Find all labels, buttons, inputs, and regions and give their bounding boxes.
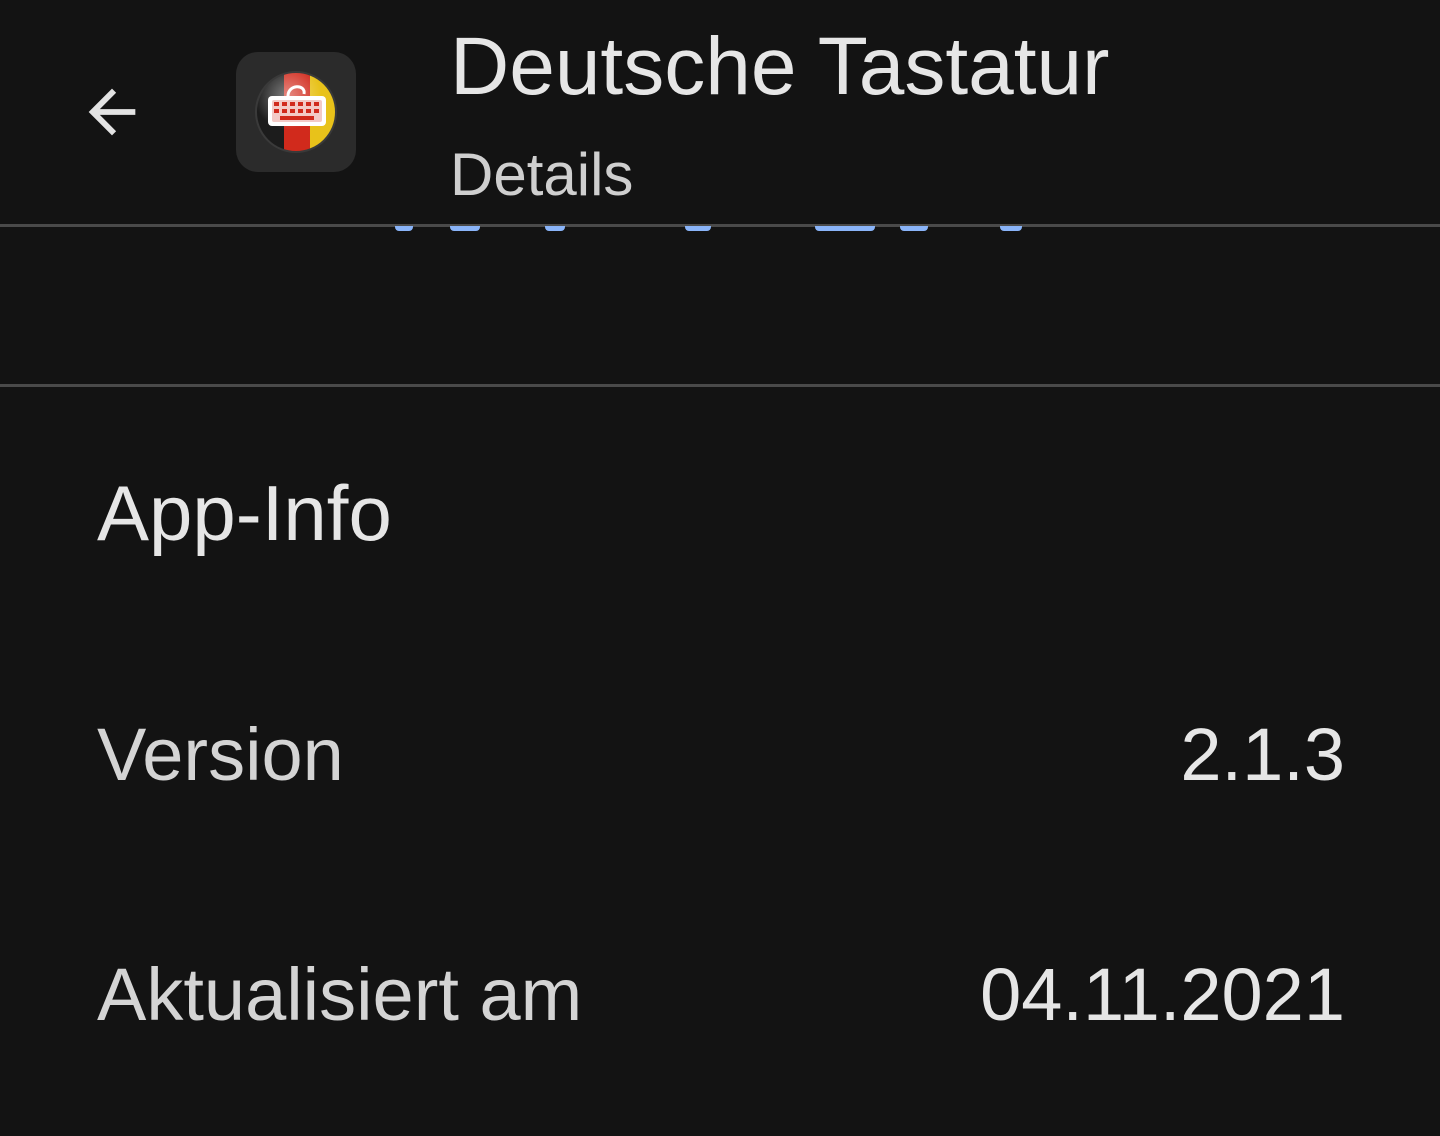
version-label: Version: [97, 713, 344, 796]
back-button[interactable]: [62, 62, 162, 162]
version-row: Version 2.1.3: [97, 710, 1345, 800]
app-info-heading: App-Info: [97, 469, 392, 557]
arrow-back-icon: [88, 88, 136, 136]
app-bar: Deutsche Tastatur Details: [0, 0, 1440, 225]
scrolled-content-edge: [395, 226, 1035, 234]
page-subtitle: Details: [450, 141, 634, 208]
updated-row: Aktualisiert am 04.11.2021: [97, 950, 1345, 1040]
keyboard-app-icon: [255, 71, 337, 153]
section-divider: [0, 384, 1440, 387]
version-value: 2.1.3: [1180, 713, 1345, 796]
app-title: Deutsche Tastatur: [450, 21, 1110, 112]
updated-label: Aktualisiert am: [97, 953, 583, 1036]
app-icon: [236, 52, 356, 172]
updated-value: 04.11.2021: [980, 953, 1345, 1036]
